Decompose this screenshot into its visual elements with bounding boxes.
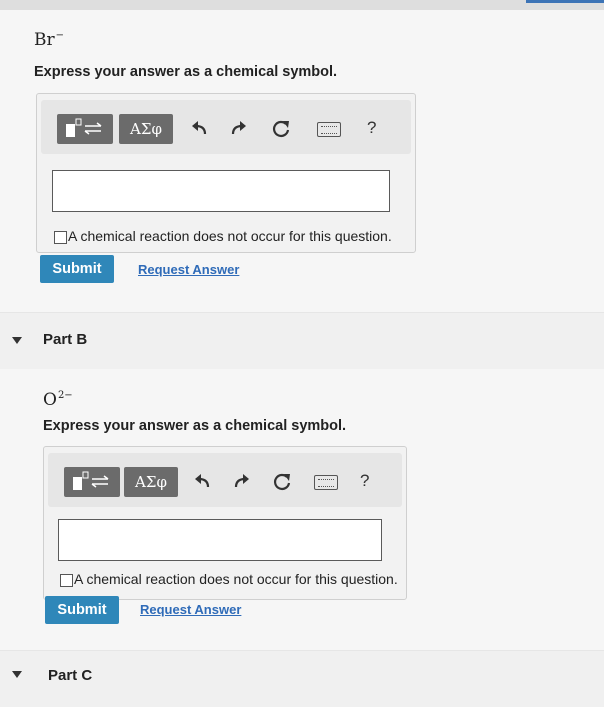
browser-top-strip (0, 0, 604, 10)
submit-button[interactable]: Submit (40, 255, 114, 283)
ion-charge: 2− (57, 390, 73, 401)
greek-symbols-label: ΑΣφ (130, 120, 162, 138)
no-reaction-label: A chemical reaction does not occur for t… (68, 228, 392, 244)
answer-editor: ΑΣφ ? A chemical reaction does not occur… (36, 93, 416, 253)
ion-base: Br (34, 30, 55, 50)
template-button[interactable] (64, 467, 120, 497)
greek-symbols-button[interactable]: ΑΣφ (124, 467, 178, 497)
template-icon (66, 118, 102, 137)
no-reaction-label: A chemical reaction does not occur for t… (74, 571, 398, 587)
collapse-triangle-icon[interactable] (12, 671, 22, 678)
ion-formula-b: O2− (43, 390, 73, 410)
ion-formula-a: Br− (34, 30, 64, 50)
math-toolbar: ΑΣφ ? (48, 453, 402, 507)
no-reaction-checkbox[interactable] (54, 231, 67, 244)
reset-icon[interactable] (272, 471, 292, 493)
redo-icon[interactable] (232, 471, 252, 493)
request-answer-link[interactable]: Request Answer (138, 262, 239, 277)
greek-symbols-button[interactable]: ΑΣφ (119, 114, 173, 144)
request-answer-link[interactable]: Request Answer (140, 602, 241, 617)
keyboard-icon[interactable] (317, 122, 341, 137)
answer-editor: ΑΣφ ? A chemical reaction does not occur… (43, 446, 407, 600)
answer-input[interactable] (58, 519, 382, 561)
collapse-triangle-icon[interactable] (12, 337, 22, 344)
template-button[interactable] (57, 114, 113, 144)
greek-symbols-label: ΑΣφ (135, 473, 167, 491)
keyboard-icon[interactable] (314, 475, 338, 490)
answer-instructions: Express your answer as a chemical symbol… (34, 64, 338, 80)
help-icon[interactable]: ? (360, 471, 369, 491)
template-icon (73, 471, 109, 490)
submit-button[interactable]: Submit (45, 596, 119, 624)
answer-input[interactable] (52, 170, 390, 212)
part-c-header[interactable]: Part C (0, 650, 604, 707)
ion-base: O (43, 390, 57, 410)
part-b-header[interactable]: Part B (0, 312, 604, 369)
part-c-title: Part C (48, 667, 93, 684)
question-sheet: Br− Express your answer as a chemical sy… (0, 10, 604, 707)
reset-icon[interactable] (271, 118, 291, 140)
redo-icon[interactable] (229, 118, 249, 140)
undo-icon[interactable] (192, 471, 212, 493)
answer-instructions: Express your answer as a chemical symbol… (43, 418, 347, 434)
help-icon[interactable]: ? (367, 118, 376, 138)
part-b-title: Part B (43, 331, 88, 348)
progress-bar (526, 0, 604, 3)
math-toolbar: ΑΣφ ? (41, 100, 411, 154)
no-reaction-checkbox[interactable] (60, 574, 73, 587)
undo-icon[interactable] (189, 118, 209, 140)
ion-charge: − (55, 30, 65, 41)
